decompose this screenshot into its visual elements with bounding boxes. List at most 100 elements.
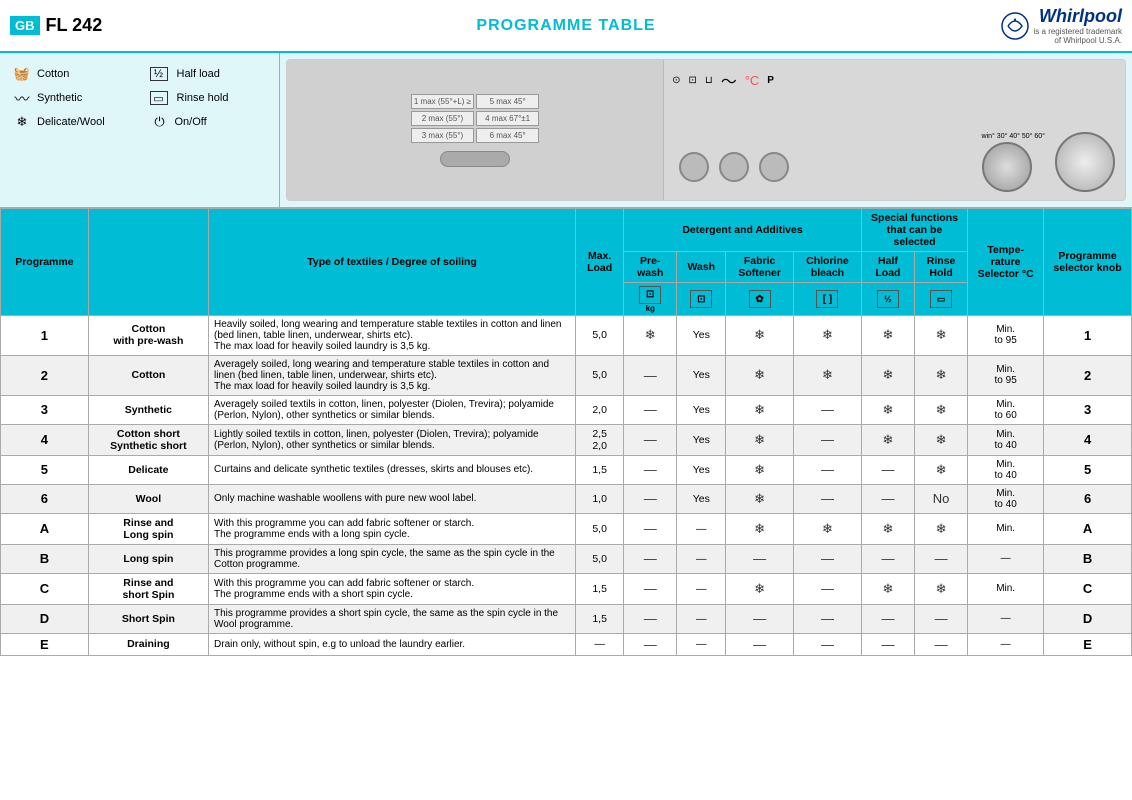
program-buttons <box>679 152 789 182</box>
cotton-icon: 🧺 <box>12 65 32 83</box>
legend-halfload-label: Half load <box>177 68 220 80</box>
top-section: 🧺 Cotton ½ Half load 〰 Synthetic ▭ Rinse… <box>0 53 1132 208</box>
prog-btn-3 <box>759 152 789 182</box>
table-row: ARinse and Long spinWith this programme … <box>1 513 1132 544</box>
ctrl-icon-1: ⊙ <box>672 75 680 86</box>
table-row: 3SyntheticAveragely soiled textils in co… <box>1 395 1132 424</box>
programme-selector-knob <box>1055 132 1115 192</box>
table-row: EDrainingDrain only, without spin, e.g t… <box>1 633 1132 655</box>
ctrl-temp: °C <box>745 73 760 88</box>
model-title: FL 242 <box>46 15 103 36</box>
chlorine-icon: [ ] <box>816 290 838 308</box>
prog-btn-1 <box>679 152 709 182</box>
page-header: GB FL 242 PROGRAMME TABLE ● Whirlpool is… <box>0 0 1132 53</box>
table-row: 1Cotton with pre-washHeavily soiled, lon… <box>1 315 1132 355</box>
ctrl-icon-2: ⊡ <box>688 75 696 86</box>
svg-text:●: ● <box>1013 17 1016 23</box>
drawer-cell-4: 4 max 67°±1 <box>476 111 539 126</box>
legend-halfload: ½ Half load <box>150 65 268 83</box>
onoff-icon: ⏻ <box>150 113 170 131</box>
halfload-icon: ½ <box>150 67 168 81</box>
delicate-icon: ❄ <box>12 113 32 131</box>
th-type: Type of textiles / Degree of soiling <box>209 209 576 316</box>
machine-inner: 1 max (55°+L) ≥ 5 max 45° 2 max (55°) 4 … <box>287 60 1125 200</box>
th-fabric: Fabric Softener <box>726 252 794 283</box>
th-chlorine: Chlorine bleach <box>794 252 862 283</box>
door-handle <box>440 151 510 167</box>
machine-right-panel: ⊙ ⊡ ⊔ 〜 °C P win° 30° 40° 50° 60 <box>664 60 1125 200</box>
th-icon-wash: ⊡ <box>677 283 726 316</box>
th-maxload: Max. Load <box>576 209 624 316</box>
table-row: 2CottonAveragely soiled, long wearing an… <box>1 355 1132 395</box>
legend-cotton-label: Cotton <box>37 68 69 80</box>
table-row: CRinse and short SpinWith this programme… <box>1 573 1132 604</box>
th-special: Special functions that can be selected <box>861 209 967 252</box>
legend-onoff: ⏻ On/Off <box>150 113 268 131</box>
th-temperature: Tempe-rature Selector °C <box>968 209 1044 316</box>
control-row: ⊙ ⊡ ⊔ 〜 °C P <box>672 68 1117 92</box>
legend-delicate: ❄ Delicate/Wool <box>12 113 130 131</box>
legend-rinsehold: ▭ Rinse hold <box>150 89 268 107</box>
rinsehold-table-icon: ▭ <box>930 290 952 308</box>
rinsehold-icon: ▭ <box>150 91 168 105</box>
th-rinsehold: Rinse Hold <box>915 252 968 283</box>
ctrl-icon-3: ⊔ <box>705 75 713 86</box>
wash-icon: ⊡ <box>690 290 712 308</box>
legend-grid: 🧺 Cotton ½ Half load 〰 Synthetic ▭ Rinse… <box>12 61 267 139</box>
th-icon-halfload: ½ <box>861 283 914 316</box>
temp-scale: win° 30° 40° 50° 60° <box>982 133 1045 140</box>
th-wash: Wash <box>677 252 726 283</box>
table-row: 5DelicateCurtains and delicate synthetic… <box>1 455 1132 484</box>
table-row: 6WoolOnly machine washable woollens with… <box>1 484 1132 513</box>
th-prewash: Pre-wash <box>624 252 677 283</box>
table-header-row-1: Programme Type of textiles / Degree of s… <box>1 209 1132 252</box>
table-row: 4Cotton short Synthetic shortLightly soi… <box>1 424 1132 455</box>
th-programme: Programme <box>1 209 89 316</box>
table-row: DShort SpinThis programme provides a sho… <box>1 604 1132 633</box>
prog-btn-2 <box>719 152 749 182</box>
legend-delicate-label: Delicate/Wool <box>37 116 105 128</box>
table-body: 1Cotton with pre-washHeavily soiled, lon… <box>1 315 1132 655</box>
temp-knob-area: win° 30° 40° 50° 60° <box>982 133 1045 192</box>
drawer-cell-3: 2 max (55°) <box>411 111 474 126</box>
th-halfload: Half Load <box>861 252 914 283</box>
control-icons-row: ⊙ ⊡ ⊔ 〜 °C P <box>672 68 774 92</box>
th-selector: Programme selector knob <box>1044 209 1132 316</box>
drawer-cell-5: 3 max (55°) <box>411 128 474 143</box>
table-row: BLong spinThis programme provides a long… <box>1 544 1132 573</box>
legend-rinsehold-label: Rinse hold <box>177 92 229 104</box>
fabric-icon: ✿ <box>749 290 771 308</box>
temperature-knob <box>982 142 1032 192</box>
brand-subtitle: is a registered trademark of Whirlpool U… <box>1034 27 1122 45</box>
halfload-table-icon: ½ <box>877 290 899 308</box>
legend-cotton: 🧺 Cotton <box>12 65 130 83</box>
legend-synthetic-label: Synthetic <box>37 92 82 104</box>
machine-left-panel: 1 max (55°+L) ≥ 5 max 45° 2 max (55°) 4 … <box>287 60 664 200</box>
th-icon-prewash: ⊡ kg <box>624 283 677 316</box>
selector-knob-area <box>1055 132 1115 192</box>
brand-logo: ● Whirlpool is a registered trademark of… <box>1000 6 1122 45</box>
country-badge: GB <box>10 16 40 35</box>
ctrl-wave: 〜 <box>721 68 737 92</box>
synthetic-icon: 〰 <box>12 89 32 107</box>
th-icon-chlorine: [ ] <box>794 283 862 316</box>
drawer-cell-6: 6 max 45° <box>476 128 539 143</box>
kg-label: kg <box>626 304 674 313</box>
drawer-cell-1: 1 max (55°+L) ≥ <box>411 94 474 109</box>
th-icon-fabric: ✿ <box>726 283 794 316</box>
th-name <box>88 209 208 316</box>
machine-diagram: 1 max (55°+L) ≥ 5 max 45° 2 max (55°) 4 … <box>286 59 1126 201</box>
prewash-icon: ⊡ <box>639 286 661 304</box>
programme-table: Programme Type of textiles / Degree of s… <box>0 208 1132 656</box>
whirlpool-emblem-icon: ● <box>1000 11 1030 41</box>
th-icon-rinsehold: ▭ <box>915 283 968 316</box>
drawer-cell-2: 5 max 45° <box>476 94 539 109</box>
machine-drawer-label: 1 max (55°+L) ≥ 5 max 45° 2 max (55°) 4 … <box>411 94 539 143</box>
th-detergent: Detergent and Additives <box>624 209 862 252</box>
programme-table-title: PROGRAMME TABLE <box>476 17 655 35</box>
legend-synthetic: 〰 Synthetic <box>12 89 130 107</box>
brand-name: Whirlpool <box>1034 6 1122 27</box>
legend-area: 🧺 Cotton ½ Half load 〰 Synthetic ▭ Rinse… <box>0 53 280 207</box>
ctrl-p: P <box>767 75 774 86</box>
legend-onoff-label: On/Off <box>175 116 207 128</box>
